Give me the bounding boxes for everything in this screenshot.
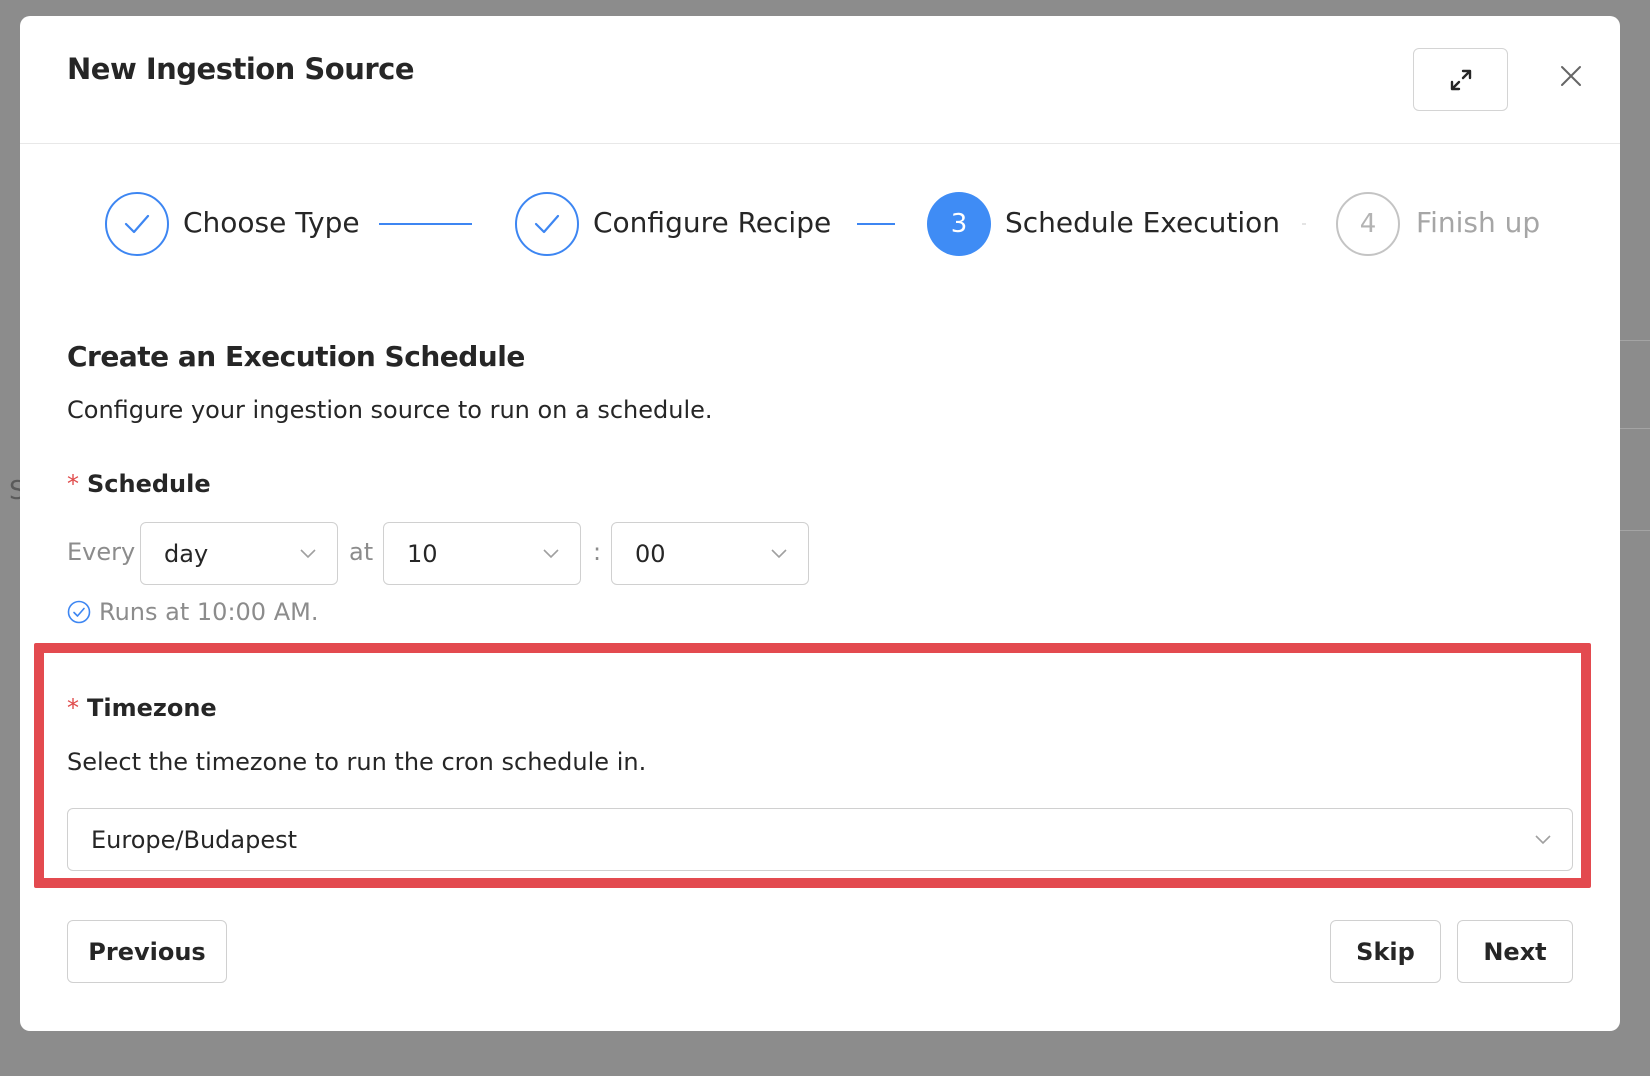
step-2-circle	[515, 192, 579, 256]
expand-arrows-icon	[1450, 69, 1471, 90]
hour-value: 10	[407, 539, 438, 568]
step-connector	[379, 223, 472, 225]
minute-value: 00	[635, 539, 666, 568]
steps-progress: Choose Type Configure Recipe 3 Schedule …	[20, 192, 1620, 256]
hour-select[interactable]: 10	[383, 522, 581, 585]
check-icon	[534, 214, 560, 234]
expand-button[interactable]	[1413, 48, 1508, 111]
schedule-label: * Schedule	[67, 470, 211, 498]
at-text: at	[349, 538, 374, 566]
section-title: Create an Execution Schedule	[67, 340, 525, 373]
step-2-label: Configure Recipe	[593, 206, 832, 239]
highlight-annotation	[34, 643, 1591, 888]
skip-button[interactable]: Skip	[1330, 920, 1441, 983]
schedule-summary-text: Runs at 10:00 AM.	[99, 598, 319, 626]
check-circle-icon	[67, 600, 91, 624]
modal-title: New Ingestion Source	[67, 52, 415, 86]
close-button[interactable]	[1551, 56, 1591, 96]
section-description: Configure your ingestion source to run o…	[67, 396, 713, 424]
step-connector	[857, 223, 895, 225]
time-separator: :	[593, 538, 602, 566]
minute-select[interactable]: 00	[611, 522, 809, 585]
modal-header: New Ingestion Source	[20, 16, 1620, 144]
chevron-down-icon	[543, 549, 559, 559]
interval-value: day	[164, 539, 209, 568]
step-3-circle: 3	[927, 192, 991, 256]
chevron-down-icon	[300, 549, 316, 559]
step-1-circle	[105, 192, 169, 256]
previous-button[interactable]: Previous	[67, 920, 227, 983]
close-icon	[1561, 66, 1581, 86]
every-text: Every	[67, 538, 136, 566]
step-3-label: Schedule Execution	[1005, 206, 1280, 239]
schedule-summary: Runs at 10:00 AM.	[67, 598, 318, 626]
ingestion-source-modal: New Ingestion Source Choose Type Configu…	[20, 16, 1620, 1031]
next-button[interactable]: Next	[1457, 920, 1573, 983]
step-4-circle: 4	[1336, 192, 1400, 256]
step-4-label: Finish up	[1416, 206, 1541, 239]
chevron-down-icon	[771, 549, 787, 559]
step-connector	[1302, 223, 1306, 225]
interval-select[interactable]: day	[140, 522, 338, 585]
required-mark: *	[67, 470, 79, 498]
schedule-label-text: Schedule	[87, 470, 211, 498]
step-1-label: Choose Type	[183, 206, 360, 239]
check-icon	[124, 214, 150, 234]
